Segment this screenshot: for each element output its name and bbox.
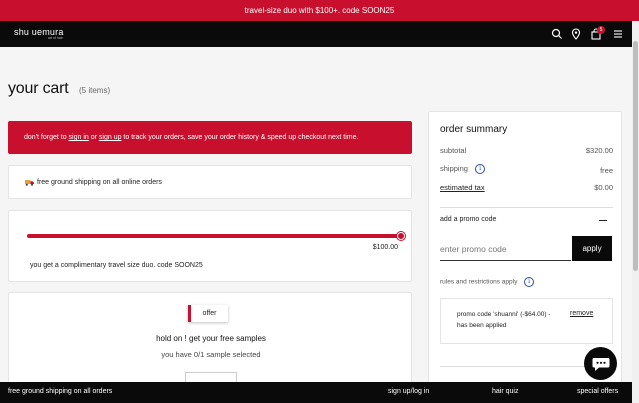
order-summary-title: order summary: [440, 124, 508, 135]
shipping-row: shipping i free: [440, 164, 613, 175]
promo-rules-text: rules and restrictions apply: [440, 278, 518, 286]
delivery-truck-icon: [25, 179, 34, 186]
promo-rules-row: rules and restrictions apply i: [440, 277, 535, 287]
promo-code-input[interactable]: [440, 237, 571, 261]
cart-count-badge: 5: [597, 26, 605, 34]
estimated-tax-value: $0.00: [594, 183, 613, 192]
chat-button[interactable]: [584, 347, 617, 380]
free-gift-progress-card: $100.00 you get a complimentary travel s…: [8, 210, 412, 282]
collapse-promo-icon[interactable]: [599, 220, 607, 221]
signin-middle-text: or: [88, 134, 99, 141]
summary-divider: [440, 207, 613, 208]
shipping-value: free: [600, 166, 613, 175]
promo-code-section-label[interactable]: add a promo code: [440, 216, 496, 223]
shipping-notice-card: free ground shipping on all online order…: [8, 165, 412, 199]
chat-bubble-icon: [592, 357, 609, 371]
brand-logo-tagline: art of hair: [48, 36, 63, 40]
free-gift-progress-bar: [27, 234, 401, 238]
promo-banner-text: travel-size duo with $100+. code SOON25: [244, 6, 395, 15]
signin-prefix-text: don't forget to: [24, 134, 69, 141]
shipping-label: shipping: [440, 164, 468, 173]
samples-heading: hold on ! get your free samples: [156, 334, 266, 343]
page-title: your cart: [8, 80, 69, 97]
samples-selected-count: you have 0/1 sample selected: [161, 350, 261, 359]
shipping-info-icon[interactable]: i: [475, 164, 486, 175]
subtotal-value: $320.00: [585, 146, 613, 155]
signin-link[interactable]: sign in: [69, 134, 89, 141]
promo-rules-info-icon[interactable]: i: [524, 277, 535, 287]
scrollbar-thumb[interactable]: [633, 41, 638, 271]
footer-shipping-text: free ground shipping on all orders: [8, 388, 113, 395]
subtotal-row: subtotal $320.00: [440, 146, 613, 155]
offer-tab[interactable]: offer: [188, 305, 228, 322]
free-samples-card: offer hold on ! get your free samples yo…: [8, 292, 412, 394]
subtotal-label: subtotal: [440, 146, 467, 155]
footer-special-offers-link[interactable]: special offers: [577, 388, 618, 395]
shipping-notice-text: free ground shipping on all online order…: [37, 178, 162, 186]
progress-message: you get a complimentary travel size duo.…: [30, 262, 203, 269]
sticky-footer-bar: free ground shipping on all orders sign …: [0, 382, 632, 403]
signin-reminder-banner: don't forget to sign in or sign up to tr…: [8, 121, 412, 154]
progress-bar-marker: [397, 232, 405, 240]
location-pin-icon[interactable]: [570, 28, 582, 40]
estimated-tax-row: estimated tax $0.00: [440, 183, 613, 192]
promo-banner[interactable]: travel-size duo with $100+. code SOON25: [0, 0, 639, 21]
apply-promo-button[interactable]: apply: [572, 236, 612, 261]
applied-promo-text: promo code 'shuanni' (-$64.00) - has bee…: [457, 311, 551, 329]
signup-link[interactable]: sign up: [99, 134, 122, 141]
progress-threshold-label: $100.00: [372, 244, 398, 251]
applied-promo-box: promo code 'shuanni' (-$64.00) - has bee…: [440, 298, 613, 344]
footer-signin-link[interactable]: sign up/log in: [388, 388, 429, 395]
search-icon[interactable]: [551, 28, 563, 40]
menu-icon[interactable]: [612, 28, 624, 40]
estimated-tax-link[interactable]: estimated tax: [440, 183, 485, 192]
signin-suffix-text: to track your orders, save your order hi…: [121, 134, 359, 141]
cart-item-count: (5 items): [79, 86, 111, 95]
page-scrollbar[interactable]: [632, 21, 639, 403]
top-navbar: shu uemura art of hair 5: [0, 21, 632, 47]
remove-promo-link[interactable]: remove: [570, 310, 593, 317]
footer-hair-quiz-link[interactable]: hair quiz: [492, 388, 518, 395]
